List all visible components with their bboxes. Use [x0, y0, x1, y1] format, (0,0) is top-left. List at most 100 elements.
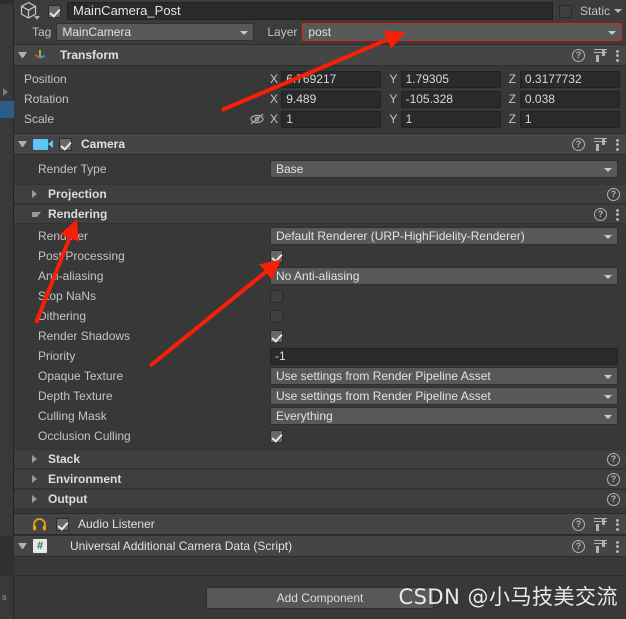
depth-texture-dropdown[interactable]: Use settings from Render Pipeline Asset	[270, 387, 618, 405]
scale-x-input[interactable]: 1	[281, 110, 382, 128]
more-options-icon[interactable]	[616, 518, 620, 531]
help-icon[interactable]: ?	[572, 539, 585, 553]
gameobject-cube-icon[interactable]	[16, 0, 42, 22]
camera-foldout-icon[interactable]	[18, 141, 27, 147]
renderer-dropdown[interactable]: Default Renderer (URP-HighFidelity-Rende…	[270, 227, 618, 245]
static-checkbox[interactable]	[558, 4, 572, 18]
gameobject-icon-dropdown-caret[interactable]	[34, 16, 40, 20]
culling-mask-label: Culling Mask	[38, 409, 107, 423]
rendering-label: Rendering	[48, 207, 108, 221]
render-shadows-checkbox[interactable]	[270, 329, 283, 343]
occlusion-culling-checkbox[interactable]	[270, 429, 283, 443]
projection-section-header[interactable]: Projection ?	[14, 184, 626, 204]
hierarchy-selected-row[interactable]	[0, 101, 14, 118]
scale-y-axis-label: Y	[389, 112, 398, 126]
rotation-y-input[interactable]: -105.328	[400, 90, 501, 108]
priority-row: Priority -1	[14, 346, 626, 366]
gameobject-name-row: MainCamera_Post Static	[14, 0, 626, 22]
preset-settings-icon[interactable]	[594, 539, 607, 553]
more-options-icon[interactable]	[616, 208, 620, 221]
audio-listener-header[interactable]: Audio Listener ?	[14, 513, 626, 535]
depth-texture-row: Depth Texture Use settings from Render P…	[14, 386, 626, 406]
gameobject-name-input[interactable]: MainCamera_Post	[67, 2, 553, 20]
opaque-texture-dropdown[interactable]: Use settings from Render Pipeline Asset	[270, 367, 618, 385]
transform-scale-row: Scale X 1 Y 1 Z 1	[14, 109, 626, 129]
priority-input[interactable]: -1	[270, 347, 618, 365]
transform-foldout-icon[interactable]	[18, 52, 27, 58]
position-y-input[interactable]: 1.79305	[400, 70, 501, 88]
rendering-section-header[interactable]: Rendering ?	[14, 204, 626, 224]
csdn-watermark: CSDN @小马技美交流	[398, 585, 618, 609]
environment-section-header[interactable]: Environment ?	[14, 469, 626, 489]
help-icon[interactable]: ?	[572, 137, 585, 151]
help-icon[interactable]: ?	[594, 207, 607, 221]
position-z-input[interactable]: 0.3177732	[519, 70, 620, 88]
more-options-icon[interactable]	[616, 138, 620, 151]
static-control[interactable]: Static	[578, 4, 622, 18]
environment-foldout-icon[interactable]	[32, 475, 41, 483]
help-icon[interactable]: ?	[572, 48, 585, 62]
layer-dropdown[interactable]: post	[302, 23, 622, 41]
render-shadows-row: Render Shadows	[14, 326, 626, 346]
help-icon[interactable]: ?	[607, 452, 620, 466]
camera-enabled-checkbox[interactable]	[59, 137, 72, 151]
gameobject-active-checkbox[interactable]	[48, 4, 61, 18]
transform-header[interactable]: Transform ?	[14, 44, 626, 66]
rotation-label: Rotation	[24, 92, 69, 106]
rotation-z-axis-label: Z	[508, 92, 516, 106]
anti-aliasing-dropdown[interactable]: No Anti-aliasing	[270, 267, 618, 285]
panel-tab-nub	[0, 0, 14, 4]
help-icon[interactable]: ?	[607, 492, 620, 506]
help-icon[interactable]: ?	[607, 187, 620, 201]
tag-dropdown[interactable]: MainCamera	[56, 23, 255, 41]
rendering-foldout-icon[interactable]	[32, 211, 41, 217]
transform-title: Transform	[60, 48, 119, 62]
projection-label: Projection	[48, 187, 107, 201]
scale-y-input[interactable]: 1	[400, 110, 501, 128]
constrain-proportions-off-icon[interactable]	[249, 112, 268, 126]
projection-foldout-icon[interactable]	[32, 190, 41, 198]
render-type-dropdown[interactable]: Base	[270, 160, 618, 178]
help-icon[interactable]: ?	[572, 517, 585, 531]
transform-header-icons: ?	[572, 48, 620, 62]
stop-nans-checkbox[interactable]	[270, 289, 283, 303]
camera-icon	[33, 138, 53, 150]
stack-foldout-icon[interactable]	[32, 455, 41, 463]
hierarchy-expand-arrow-icon[interactable]	[3, 88, 8, 96]
unity-inspector-window: s MainCamera_Post Static Tag MainCamera …	[0, 0, 626, 619]
static-label: Static	[579, 4, 610, 18]
stack-section-header[interactable]: Stack ?	[14, 449, 626, 469]
scale-z-input[interactable]: 1	[519, 110, 620, 128]
priority-label: Priority	[38, 349, 76, 363]
culling-mask-dropdown[interactable]: Everything	[270, 407, 618, 425]
hierarchy-lower-block	[0, 536, 14, 576]
add-component-area: Add Component CSDN @小马技美交流	[14, 575, 626, 619]
script-foldout-icon[interactable]	[18, 543, 27, 549]
help-icon[interactable]: ?	[607, 472, 620, 486]
position-z-axis-label: Z	[508, 72, 516, 86]
hierarchy-partial-label: s	[2, 592, 7, 602]
rotation-x-input[interactable]: 9.489	[281, 90, 382, 108]
dithering-checkbox[interactable]	[270, 309, 283, 323]
post-processing-checkbox[interactable]	[270, 249, 283, 263]
static-dropdown-caret-icon[interactable]	[614, 9, 622, 13]
more-options-icon[interactable]	[616, 540, 620, 553]
position-x-axis-label: X	[269, 72, 278, 86]
csharp-script-icon: #	[33, 539, 47, 553]
renderer-row: Renderer Default Renderer (URP-HighFidel…	[14, 226, 626, 246]
script-component-header[interactable]: # Universal Additional Camera Data (Scri…	[14, 535, 626, 557]
preset-settings-icon[interactable]	[594, 48, 607, 62]
preset-settings-icon[interactable]	[594, 137, 607, 151]
position-x-input[interactable]: 6.769217	[281, 70, 382, 88]
dithering-row: Dithering	[14, 306, 626, 326]
rotation-z-input[interactable]: 0.038	[519, 90, 620, 108]
output-foldout-icon[interactable]	[32, 495, 41, 503]
transform-body: Position X 6.769217 Y 1.79305 Z 0.317773…	[14, 66, 626, 133]
camera-header[interactable]: Camera ?	[14, 133, 626, 155]
audio-listener-enabled-checkbox[interactable]	[56, 517, 69, 531]
anti-aliasing-row: Anti-aliasing No Anti-aliasing	[14, 266, 626, 286]
layer-label: Layer	[267, 25, 298, 39]
preset-settings-icon[interactable]	[594, 517, 607, 531]
output-section-header[interactable]: Output ?	[14, 489, 626, 509]
more-options-icon[interactable]	[616, 49, 620, 62]
